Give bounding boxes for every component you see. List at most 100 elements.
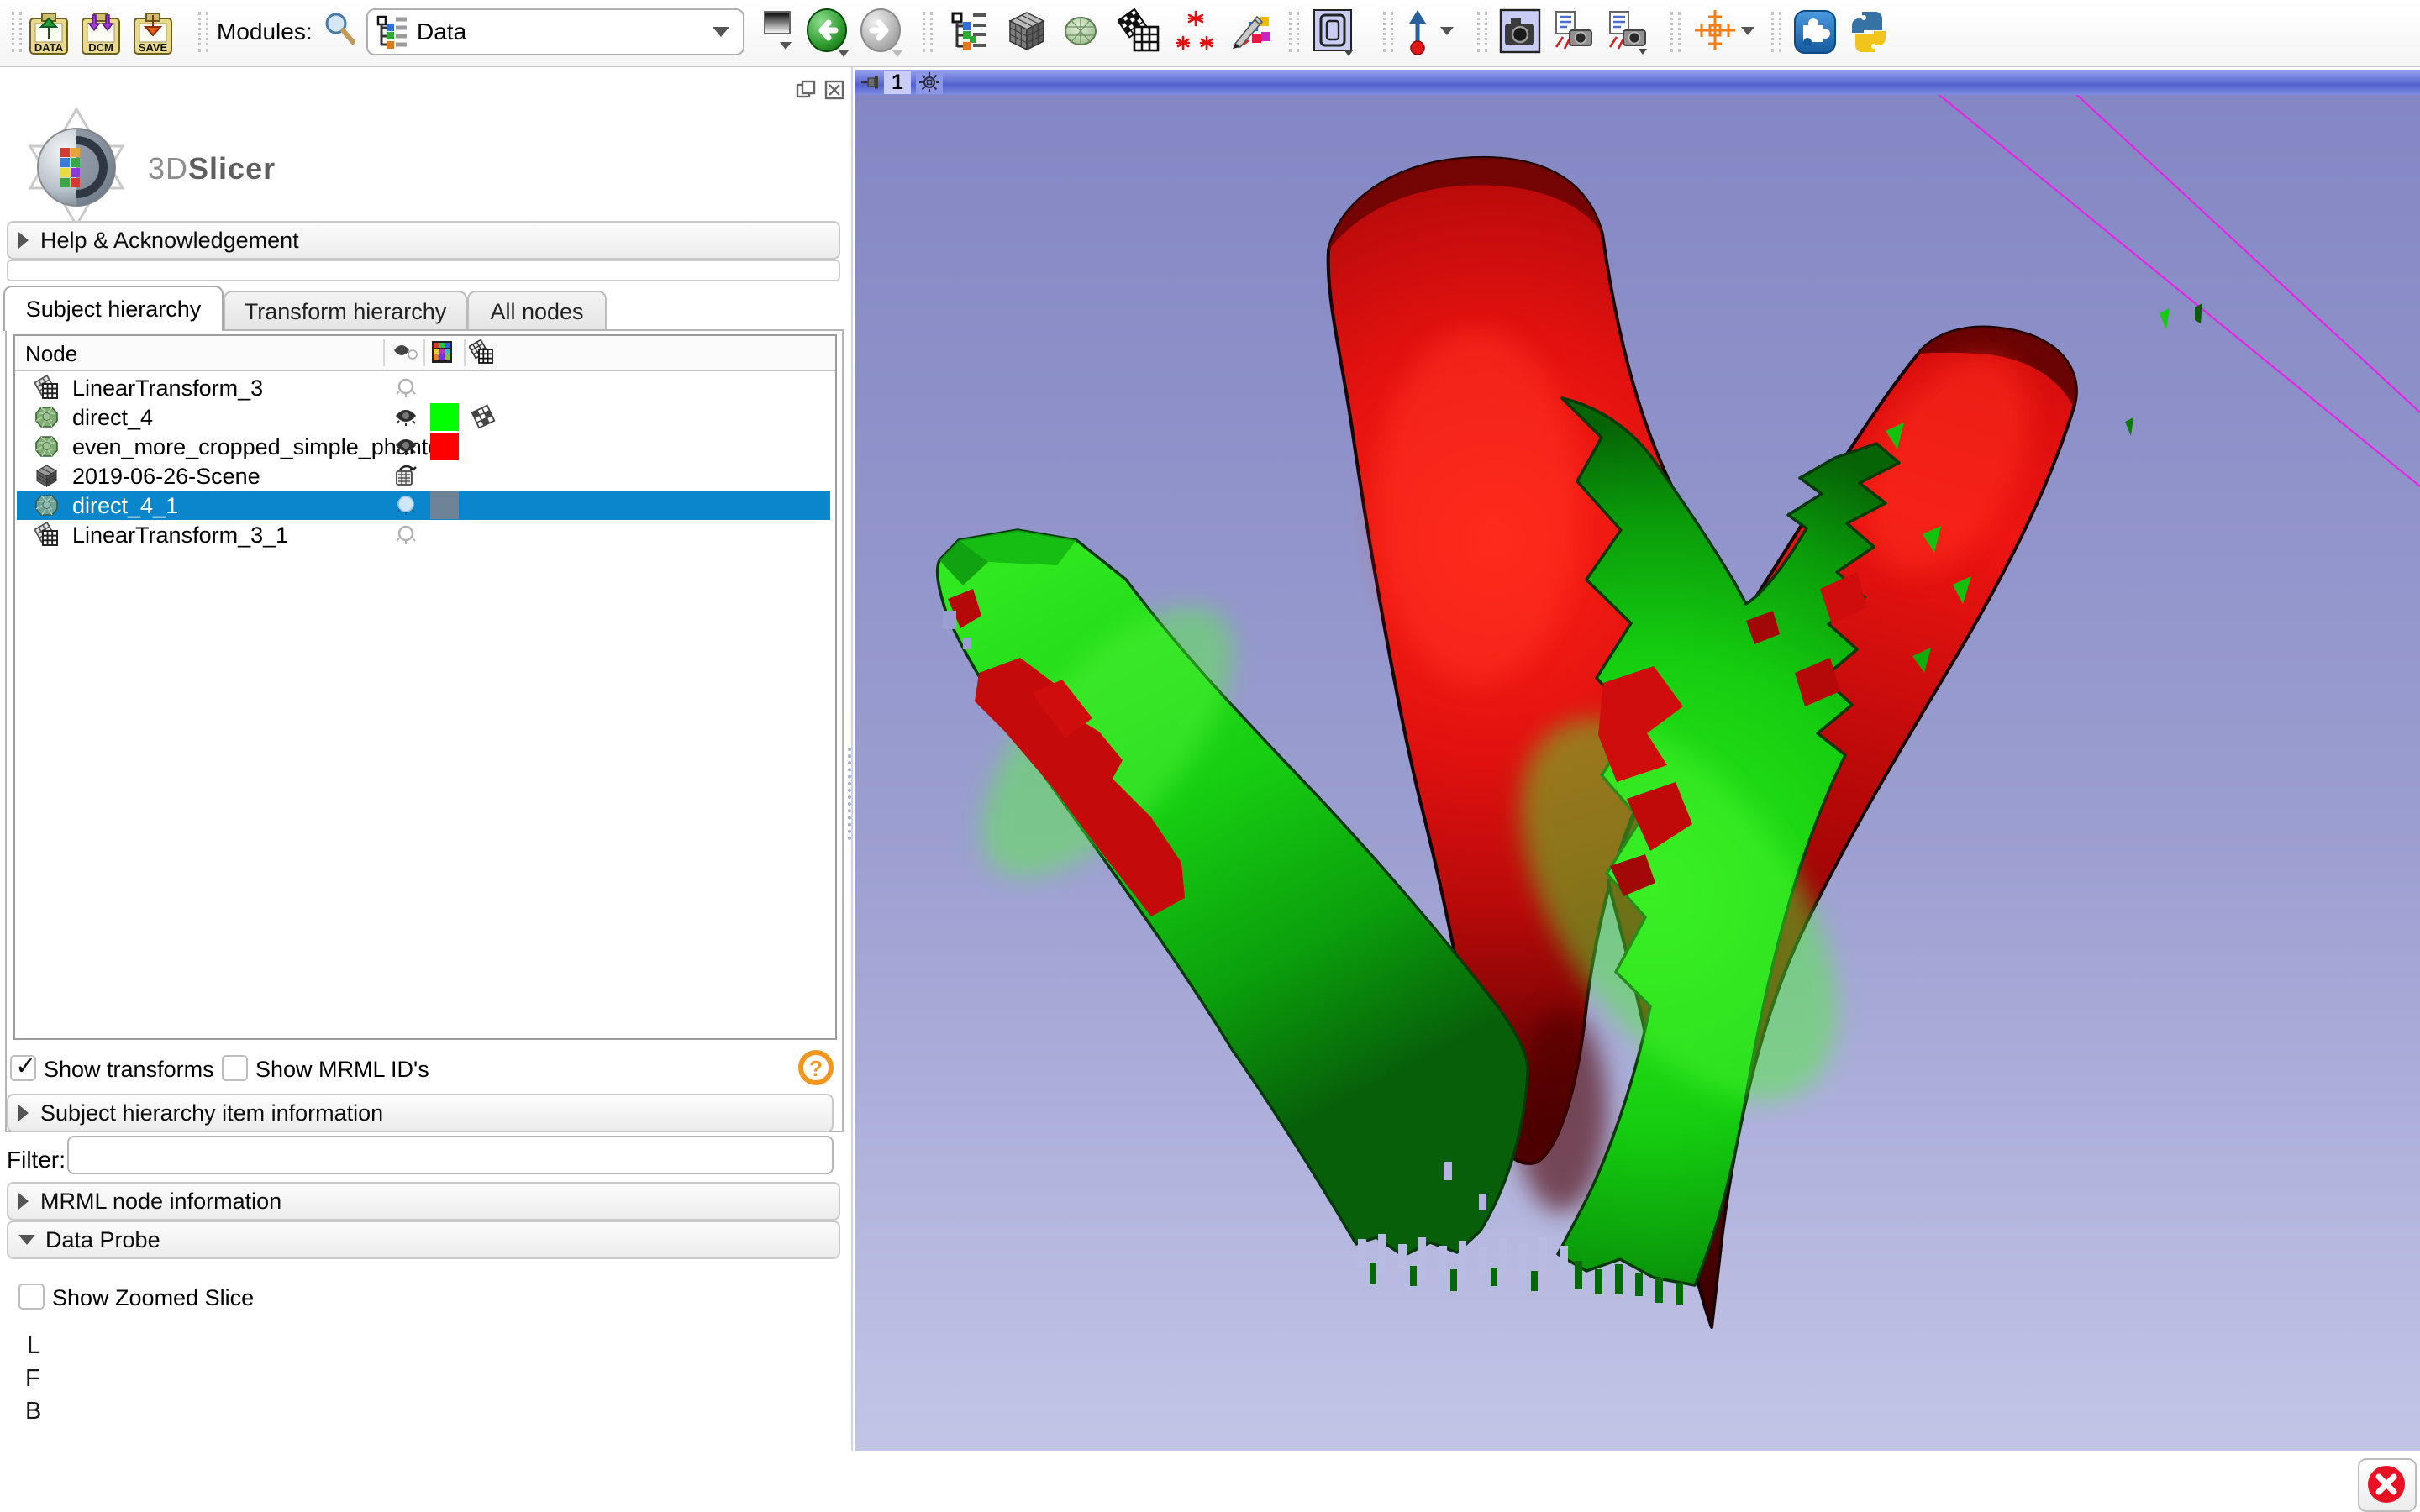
visibility-on-icon[interactable] (393, 433, 418, 459)
module-search-button[interactable] (321, 8, 358, 55)
splitter-handle[interactable] (848, 748, 855, 840)
load-dicom-button[interactable]: DCM (77, 8, 123, 55)
slicer-app: DATA DCM SAVE Modules: (0, 0, 2420, 1512)
expand-arrow-icon (18, 1235, 35, 1245)
color-swatch[interactable] (430, 491, 459, 519)
green-sphere-icon (1059, 8, 1102, 54)
layout-selector-button[interactable] (1313, 8, 1355, 55)
close-icon (823, 79, 845, 101)
filter-input[interactable] (67, 1136, 834, 1174)
history-forward-button[interactable] (859, 8, 906, 55)
save-clipboard-icon: SAVE (129, 8, 175, 55)
chevron-down-icon[interactable] (1741, 27, 1754, 35)
scene-camera-icon (1607, 8, 1650, 55)
module-panel: 3DSlicer Help & Acknowledgement Subject … (0, 67, 847, 1512)
tab-subject-hierarchy[interactable]: Subject hierarchy (3, 286, 224, 331)
help-acknowledgement-section[interactable]: Help & Acknowledgement (7, 221, 840, 260)
tree-header: Node (15, 336, 835, 371)
python-icon (1847, 8, 1891, 55)
module-transforms-button[interactable] (1118, 8, 1161, 55)
chevron-down-icon[interactable] (1440, 27, 1454, 35)
scene-node-icon (34, 463, 60, 489)
mrml-node-information-section[interactable]: MRML node information (7, 1182, 840, 1221)
tab-all-nodes[interactable]: All nodes (467, 291, 607, 331)
scene-view-restore-button[interactable] (1607, 8, 1650, 55)
main-toolbar: DATA DCM SAVE Modules: (0, 0, 2420, 67)
toolbar-separator (1670, 12, 1681, 52)
module-selector[interactable]: Data (366, 8, 744, 55)
model-node-icon (34, 404, 60, 430)
toolbar-separator (923, 12, 933, 52)
transform-badge-icon[interactable] (471, 404, 496, 429)
screenshot-button[interactable] (1499, 8, 1541, 55)
fiducial-arrow-icon (1400, 8, 1435, 57)
tree-row-lineartransform-3-1[interactable]: LinearTransform_3_1 (17, 520, 830, 549)
show-mrml-ids-checkbox[interactable] (222, 1055, 248, 1081)
scene-view-capture-button[interactable] (1553, 8, 1597, 55)
tree-row-lineartransform-3[interactable]: LinearTransform_3 (17, 373, 830, 402)
visibility-on-icon[interactable] (393, 404, 418, 429)
module-models-button[interactable] (1059, 8, 1102, 55)
visibility-column-icon (393, 343, 418, 363)
filter-label: Filter: (7, 1147, 66, 1173)
tab-transform-hierarchy[interactable]: Transform hierarchy (224, 291, 467, 331)
visibility-partial-icon[interactable] (393, 492, 418, 517)
history-back-button[interactable] (805, 8, 852, 55)
transform-column-icon (469, 339, 494, 365)
tree-row-even-more-cropped[interactable]: even_more_cropped_simple_phantom (17, 432, 830, 461)
python-console-button[interactable] (1847, 8, 1891, 55)
module-volumes-button[interactable] (1005, 8, 1049, 55)
tree-row-scene[interactable]: 2019-06-26-Scene (17, 461, 830, 491)
show-zoomed-slice-label: Show Zoomed Slice (52, 1285, 254, 1311)
show-zoomed-slice-checkbox[interactable] (18, 1284, 45, 1310)
collapsed-help-body (7, 260, 840, 281)
mouse-mode-fiducial-button[interactable] (1400, 8, 1435, 55)
crosshair-button[interactable] (1694, 8, 1736, 55)
show-transforms-label: Show transforms (44, 1057, 214, 1083)
module-annotations-button[interactable] (1175, 8, 1217, 55)
module-selector-value: Data (417, 18, 713, 45)
status-bar (0, 1451, 2420, 1512)
dicom-clipboard-icon: DCM (77, 8, 123, 55)
layout-icon (1313, 8, 1355, 57)
camera-icon (1499, 8, 1541, 55)
collapse-arrow-icon (18, 1193, 29, 1210)
slicer-logo-text: 3DSlicer (148, 151, 276, 186)
orientation-letter-b: B (25, 1398, 41, 1425)
threed-viewport[interactable]: 1 (855, 70, 2420, 1451)
3d-scene[interactable] (855, 70, 2420, 1451)
help-button[interactable]: ? (798, 1050, 834, 1085)
forward-arrow-icon (859, 8, 906, 59)
toolbar-separator (198, 12, 208, 52)
show-transforms-checkbox[interactable]: ✓ (10, 1055, 36, 1081)
view-settings-button[interactable] (916, 71, 943, 94)
extensions-manager-button[interactable] (1793, 8, 1837, 55)
load-data-button[interactable]: DATA (25, 8, 71, 55)
tree-row-direct-4-1[interactable]: direct_4_1 (17, 491, 830, 520)
transform-node-icon (34, 375, 60, 401)
subject-hierarchy-tree[interactable]: Node (13, 334, 837, 1040)
chevron-down-icon (713, 27, 729, 37)
save-button[interactable]: SAVE (129, 8, 175, 55)
undock-panel-button[interactable] (795, 79, 817, 101)
error-log-button[interactable] (2358, 1458, 2417, 1512)
color-swatch[interactable] (430, 403, 459, 431)
item-information-section[interactable]: Subject hierarchy item information (7, 1094, 834, 1132)
module-subject-hierarchy-button[interactable] (950, 8, 990, 55)
close-panel-button[interactable] (823, 79, 845, 101)
module-editor-button[interactable] (1228, 8, 1272, 55)
model-node-icon (34, 492, 60, 518)
transform-grids-icon (1118, 8, 1161, 54)
visibility-off-icon[interactable] (393, 522, 418, 547)
pin-icon[interactable] (860, 73, 881, 92)
visibility-off-icon[interactable] (393, 375, 418, 400)
tree-row-direct-4[interactable]: direct_4 (17, 402, 830, 432)
node-column-header: Node (25, 341, 77, 367)
gradient-icon (761, 8, 793, 52)
color-swatch[interactable] (430, 433, 459, 460)
svg-text:DCM: DCM (88, 41, 113, 54)
module-history-button[interactable] (761, 8, 793, 55)
toolbar-separator (1477, 12, 1487, 52)
data-probe-section[interactable]: Data Probe (7, 1221, 840, 1259)
scene-visibility-icon[interactable] (393, 463, 418, 488)
